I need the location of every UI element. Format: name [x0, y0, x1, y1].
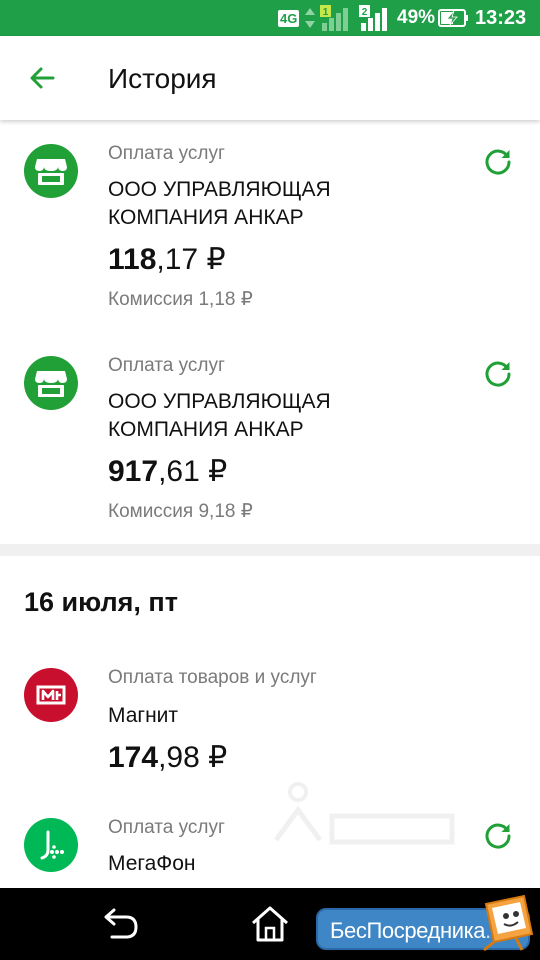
battery-percent: 49%: [397, 7, 436, 28]
clock: 13:23: [475, 6, 527, 29]
history-list: Оплата услуг ООО УПРАВЛЯЮЩАЯ КОМПАНИЯ АН…: [0, 120, 540, 888]
mascot-icon: [483, 894, 534, 952]
amount-integer: 174: [108, 741, 159, 774]
merchant-name: ООО УПРАВЛЯЮЩАЯ КОМПАНИЯ АНКАР: [108, 178, 331, 229]
repeat-payment-button[interactable]: [478, 142, 518, 182]
refresh-icon: [485, 149, 511, 175]
screen: 4G 1 2 49% 13:23 История Оплата услуг ОО…: [0, 0, 540, 960]
merchant-name: ООО УПРАВЛЯЮЩАЯ КОМПАНИЯ АНКАР: [108, 390, 331, 441]
megafon-logo-icon: [24, 818, 78, 872]
repeat-payment-button[interactable]: [478, 816, 518, 856]
network-type-badge: 4G: [278, 9, 300, 27]
transaction-amount: 917,61 ₽: [108, 454, 227, 490]
status-bar: 4G 1 2 49% 13:23: [0, 0, 540, 36]
android-back-icon: [104, 908, 138, 939]
signal-sim2-icon: 2: [359, 0, 389, 36]
amount-integer: 118: [108, 243, 157, 276]
svg-text:2: 2: [362, 7, 368, 18]
magnit-logo-icon: [24, 668, 78, 722]
system-back-button[interactable]: [98, 904, 142, 944]
promo-watermark-badge: БесПосредника.ru: [316, 894, 540, 952]
android-home-icon: [252, 906, 288, 942]
transaction-amount: 118,17 ₽: [108, 242, 226, 278]
transaction-category: Оплата товаров и услуг: [108, 667, 317, 688]
promo-site-name: БесПосредника: [330, 918, 486, 943]
amount-fraction: ,17 ₽: [156, 243, 226, 276]
merchant-name: МегаФон: [108, 852, 196, 875]
system-home-button[interactable]: [248, 904, 292, 944]
commission-text: Комиссия 9,18 ₽: [108, 501, 253, 522]
amount-fraction: ,98 ₽: [158, 741, 228, 774]
storefront-icon: [24, 356, 78, 410]
page-title: История: [108, 63, 217, 94]
date-header: 16 июля, пт: [24, 587, 178, 617]
data-activity-icon: [304, 0, 318, 36]
transaction-amount: 174,98 ₽: [108, 740, 227, 776]
transaction-item[interactable]: Оплата услуг ООО УПРАВЛЯЮЩАЯ КОМПАНИЯ АН…: [0, 120, 540, 332]
transaction-item[interactable]: Оплата услуг ООО УПРАВЛЯЮЩАЯ КОМПАНИЯ АН…: [0, 332, 540, 544]
transaction-category: Оплата услуг: [108, 817, 225, 838]
back-button[interactable]: [20, 58, 64, 98]
merchant-name: Магнит: [108, 704, 179, 727]
amount-integer: 917: [108, 455, 159, 488]
app-bar: История: [0, 36, 540, 120]
refresh-icon: [485, 361, 511, 387]
arrow-left-icon: [30, 67, 55, 89]
storefront-icon: [24, 144, 78, 198]
transaction-category: Оплата услуг: [108, 143, 225, 164]
transaction-item[interactable]: Оплата товаров и услуг Магнит 174,98 ₽: [0, 650, 540, 800]
battery-charging-icon: [438, 0, 470, 36]
signal-sim1-icon: 1: [320, 0, 350, 36]
transaction-category: Оплата услуг: [108, 355, 225, 376]
refresh-icon: [485, 823, 511, 849]
commission-text: Комиссия 1,18 ₽: [108, 289, 253, 310]
amount-fraction: ,61 ₽: [158, 455, 228, 488]
repeat-payment-button[interactable]: [478, 354, 518, 394]
svg-text:1: 1: [323, 7, 329, 18]
section-divider: [0, 544, 540, 556]
transaction-item[interactable]: Оплата услуг МегаФон: [0, 800, 540, 888]
